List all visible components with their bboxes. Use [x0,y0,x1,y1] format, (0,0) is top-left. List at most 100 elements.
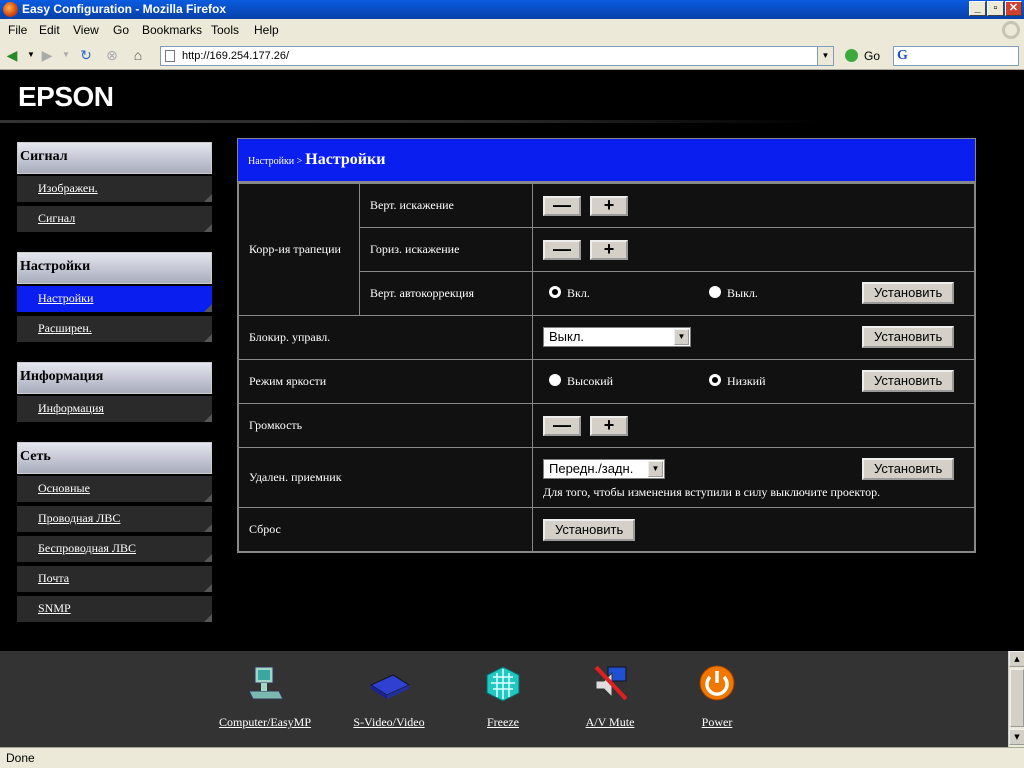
radio-label: Высокий [567,374,614,388]
radio-label: Выкл. [727,286,758,300]
svideo-video-button[interactable]: S-Video/Video [349,663,429,730]
menubar: File Edit View Go Bookmarks Tools Help [0,19,1024,41]
radio-label: Вкл. [567,286,590,300]
menu-go[interactable]: Go [113,23,129,37]
sidebar-item-settings[interactable]: Настройки [17,286,212,312]
page-icon [165,50,175,62]
sidebar-item-image[interactable]: Изображен. [17,176,212,202]
sidebar-item-wireless-lan[interactable]: Беспроводная ЛВС [17,536,212,562]
sidebar-item-extended[interactable]: Расширен. [17,316,212,342]
brightness-apply-button[interactable]: Установить [862,370,955,392]
breadcrumb: Настройки > [248,156,303,167]
horiz-keystone-minus-button[interactable]: — [543,239,581,260]
brightness-label: Режим яркости [238,359,533,404]
scroll-up-icon[interactable]: ▲ [1009,651,1024,667]
volume-plus-button[interactable]: + [590,415,628,436]
search-box[interactable]: G [893,46,1019,66]
sidebar-section-settings: Настройки [17,252,212,284]
home-icon[interactable]: ⌂ [129,46,147,64]
table-row: Громкость — + [238,403,975,448]
computer-easymp-button[interactable]: Computer/EasyMP [213,663,317,730]
back-icon[interactable]: ◀ [3,46,21,64]
radio-icon[interactable] [549,374,561,386]
minimize-button[interactable]: _ [969,1,986,16]
lock-apply-button[interactable]: Установить [862,326,955,348]
menu-help[interactable]: Help [254,23,279,37]
google-icon: G [897,48,908,63]
url-text: http://169.254.177.26/ [182,50,290,62]
sidebar-item-snmp[interactable]: SNMP [17,596,212,622]
reset-label: Сброс [238,507,533,552]
chevron-down-icon: ▼ [674,329,689,345]
window-titlebar: Easy Configuration - Mozilla Firefox _ ▫… [0,0,1024,19]
power-button[interactable]: Power [697,663,737,730]
lock-select[interactable]: Выкл. ▼ [543,327,691,347]
sidebar-item-wired-lan[interactable]: Проводная ЛВС [17,506,212,532]
sidebar-item-mail[interactable]: Почта [17,566,212,592]
horiz-keystone-plus-button[interactable]: + [590,239,628,260]
power-label: Power [701,715,733,729]
brightness-high-option[interactable]: Высокий [549,374,613,389]
menu-bookmarks[interactable]: Bookmarks [142,23,202,37]
go-icon [845,49,858,62]
menu-tools[interactable]: Tools [211,23,239,37]
video-device-icon [369,663,411,703]
auto-keystone-off-option[interactable]: Выкл. [709,286,758,301]
header-divider [0,120,820,123]
firefox-icon [3,2,18,17]
scroll-thumb[interactable] [1010,669,1024,727]
remote-receiver-apply-button[interactable]: Установить [862,458,955,480]
control-footer: Computer/EasyMP S-Video/Video Freeze A/V… [0,651,1008,747]
freeze-icon [483,663,523,703]
remote-receiver-select[interactable]: Передн./задн. ▼ [543,459,665,479]
menu-edit[interactable]: Edit [39,23,60,37]
table-row: Удален. приемник Передн./задн. ▼ Установи… [238,447,975,508]
table-row: Режим яркости Высокий Низкий Установить [238,359,975,404]
brightness-low-option[interactable]: Низкий [709,374,766,389]
radio-icon[interactable] [549,286,561,298]
vert-keystone-minus-button[interactable]: — [543,195,581,216]
forward-dropdown-icon[interactable]: ▼ [57,46,75,64]
auto-keystone-on-option[interactable]: Вкл. [549,286,590,301]
menu-file[interactable]: File [8,23,27,37]
lock-label: Блокир. управл. [238,315,533,360]
stop-icon[interactable]: ⊗ [103,46,121,64]
table-row: Блокир. управл. Выкл. ▼ Установить [238,315,975,360]
auto-keystone-apply-button[interactable]: Установить [862,282,955,304]
forward-icon[interactable]: ▶ [38,46,56,64]
sidebar-item-info[interactable]: Информация [17,396,212,422]
go-button[interactable]: Go [845,49,889,65]
radio-icon[interactable] [709,286,721,298]
go-label: Go [864,49,881,63]
epson-logo: EPSON [18,81,114,112]
vert-keystone-label: Верт. искажение [359,183,533,228]
vertical-scrollbar[interactable]: ▲ ▼ [1008,651,1024,747]
vert-keystone-plus-button[interactable]: + [590,195,628,216]
auto-keystone-label: Верт. автокоррекция [359,271,533,316]
power-icon [697,663,737,703]
av-mute-label: A/V Mute [585,715,635,729]
sidebar-section-signal: Сигнал [17,142,212,174]
statusbar: Done [0,747,1024,768]
radio-icon[interactable] [709,374,721,386]
sidebar-item-basic[interactable]: Основные [17,476,212,502]
table-row: Сброс Установить [238,507,975,552]
maximize-button[interactable]: ▫ [987,1,1004,16]
sidebar-section-network: Сеть [17,442,212,474]
av-mute-button[interactable]: A/V Mute [580,663,640,730]
page-content: EPSON Сигнал Изображен. Сигнал Настройки… [0,71,1024,651]
freeze-button[interactable]: Freeze [483,663,523,730]
volume-minus-button[interactable]: — [543,415,581,436]
remote-receiver-hint: Для того, чтобы изменения вступили в сил… [543,485,881,499]
settings-panel: Настройки > Настройки Корр-ия трапеции В… [237,138,976,553]
url-dropdown-icon[interactable]: ▼ [817,47,833,65]
av-mute-icon [590,663,630,703]
scroll-down-icon[interactable]: ▼ [1009,729,1024,745]
reload-icon[interactable]: ↻ [77,46,95,64]
url-bar[interactable]: http://169.254.177.26/ ▼ [160,46,834,66]
sidebar-item-signal[interactable]: Сигнал [17,206,212,232]
sidebar: Сигнал Изображен. Сигнал Настройки Настр… [17,142,212,626]
reset-apply-button[interactable]: Установить [543,518,636,541]
close-button[interactable]: ✕ [1005,1,1022,16]
menu-view[interactable]: View [73,23,99,37]
